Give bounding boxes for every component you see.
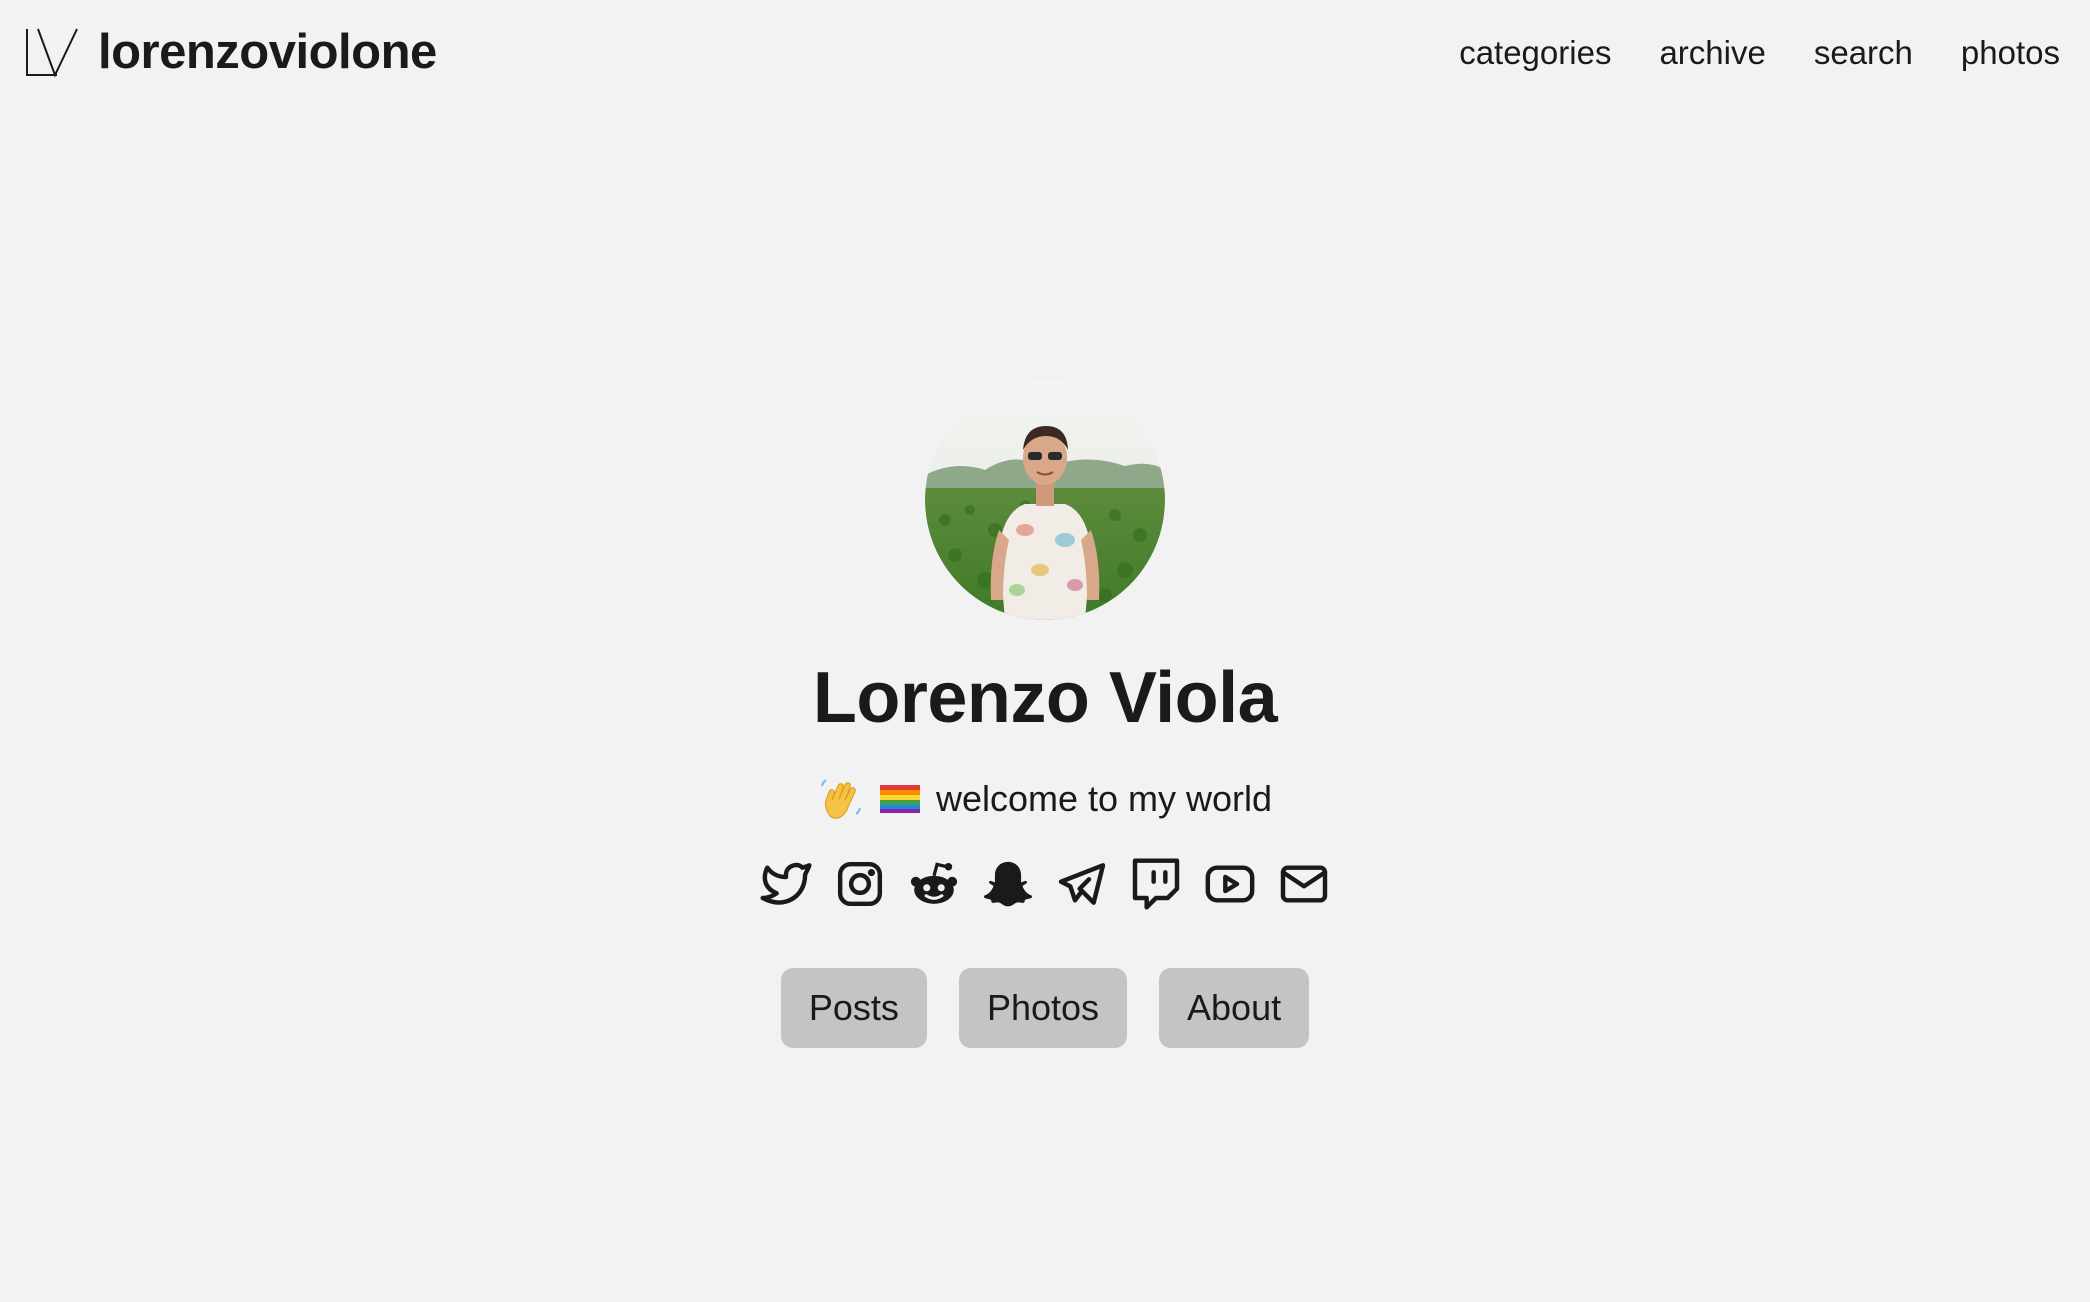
nav-archive[interactable]: archive [1659,36,1765,69]
social-links [749,856,1341,912]
waving-hand-icon [818,776,864,822]
nav-categories[interactable]: categories [1459,36,1611,69]
twitch-icon[interactable] [1128,856,1184,912]
profile-name: Lorenzo Viola [812,658,1278,738]
instagram-icon[interactable] [832,856,888,912]
snapchat-icon[interactable] [980,856,1036,912]
site-name: lorenzoviolone [98,25,437,79]
site-logo-icon [26,28,78,78]
site-header: lorenzoviolone categories archive search… [0,0,2090,104]
nav-photos[interactable]: photos [1961,36,2060,69]
tagline: welcome to my world [818,776,1272,822]
home-link[interactable]: lorenzoviolone [24,24,437,80]
profile-buttons: Posts Photos About [765,968,1325,1048]
youtube-icon[interactable] [1202,856,1258,912]
nav-search[interactable]: search [1814,36,1913,69]
reddit-icon[interactable] [906,856,962,912]
avatar [925,380,1165,620]
tagline-text: welcome to my world [935,778,1273,819]
main-nav: categories archive search photos [1411,36,2060,69]
mail-icon[interactable] [1276,856,1332,912]
profile-section: Lorenzo Viola welcome to my world Posts … [0,380,2090,1048]
posts-button[interactable]: Posts [780,968,927,1048]
twitter-icon[interactable] [758,856,814,912]
telegram-icon[interactable] [1054,856,1110,912]
photos-button[interactable]: Photos [958,968,1128,1048]
page: lorenzoviolone categories archive search… [0,0,2090,1302]
about-button[interactable]: About [1159,968,1310,1048]
rainbow-flag-icon [878,783,922,815]
